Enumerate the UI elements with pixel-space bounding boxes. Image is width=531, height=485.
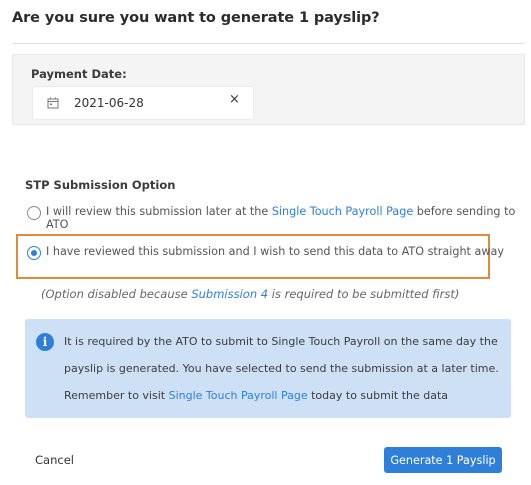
generate-payslip-button[interactable]: Generate 1 Payslip	[384, 447, 502, 473]
submission-link[interactable]: Submission 4	[191, 287, 268, 301]
info-stp-page-link[interactable]: Single Touch Payroll Page	[169, 389, 308, 402]
option-review-later[interactable]: I will review this submission later at t…	[27, 205, 527, 233]
info-line-2: payslip is generated. You have selected …	[64, 362, 499, 375]
review-later-label: I will review this submission later at t…	[46, 205, 516, 231]
cancel-button[interactable]: Cancel	[35, 453, 74, 467]
payment-date-panel: Payment Date: 2021-06-28 ×	[12, 54, 525, 125]
option-send-now[interactable]: I have reviewed this submission and I wi…	[27, 245, 527, 273]
review-later-text: I will review this submission later at t…	[46, 205, 272, 218]
stp-heading: STP Submission Option	[25, 178, 176, 192]
review-later-radio[interactable]	[27, 206, 41, 220]
info-line-1: It is required by the ATO to submit to S…	[64, 335, 498, 348]
disabled-note-text-end: is required to be submitted first)	[268, 287, 460, 301]
stp-page-link[interactable]: Single Touch Payroll Page	[272, 205, 413, 218]
payment-date-input[interactable]: 2021-06-28 ×	[32, 86, 254, 120]
clear-date-icon[interactable]: ×	[229, 92, 240, 107]
send-now-label: I have reviewed this submission and I wi…	[46, 245, 504, 258]
calendar-icon	[47, 97, 59, 109]
dialog-title: Are you sure you want to generate 1 pays…	[12, 10, 380, 26]
payment-date-label: Payment Date:	[31, 67, 127, 81]
info-alert: i It is required by the ATO to submit to…	[25, 319, 511, 418]
payment-date-value: 2021-06-28	[74, 96, 144, 110]
info-line-3: Remember to visit Single Touch Payroll P…	[64, 389, 448, 402]
disabled-note: (Option disabled because Submission 4 is…	[41, 287, 459, 301]
info-icon: i	[36, 333, 54, 351]
disabled-note-text: (Option disabled because	[41, 287, 192, 301]
info-line-3-text-end: today to submit the data	[307, 389, 449, 402]
send-now-radio[interactable]	[27, 246, 41, 260]
info-line-3-text: Remember to visit	[64, 389, 169, 402]
title-divider	[12, 43, 525, 44]
